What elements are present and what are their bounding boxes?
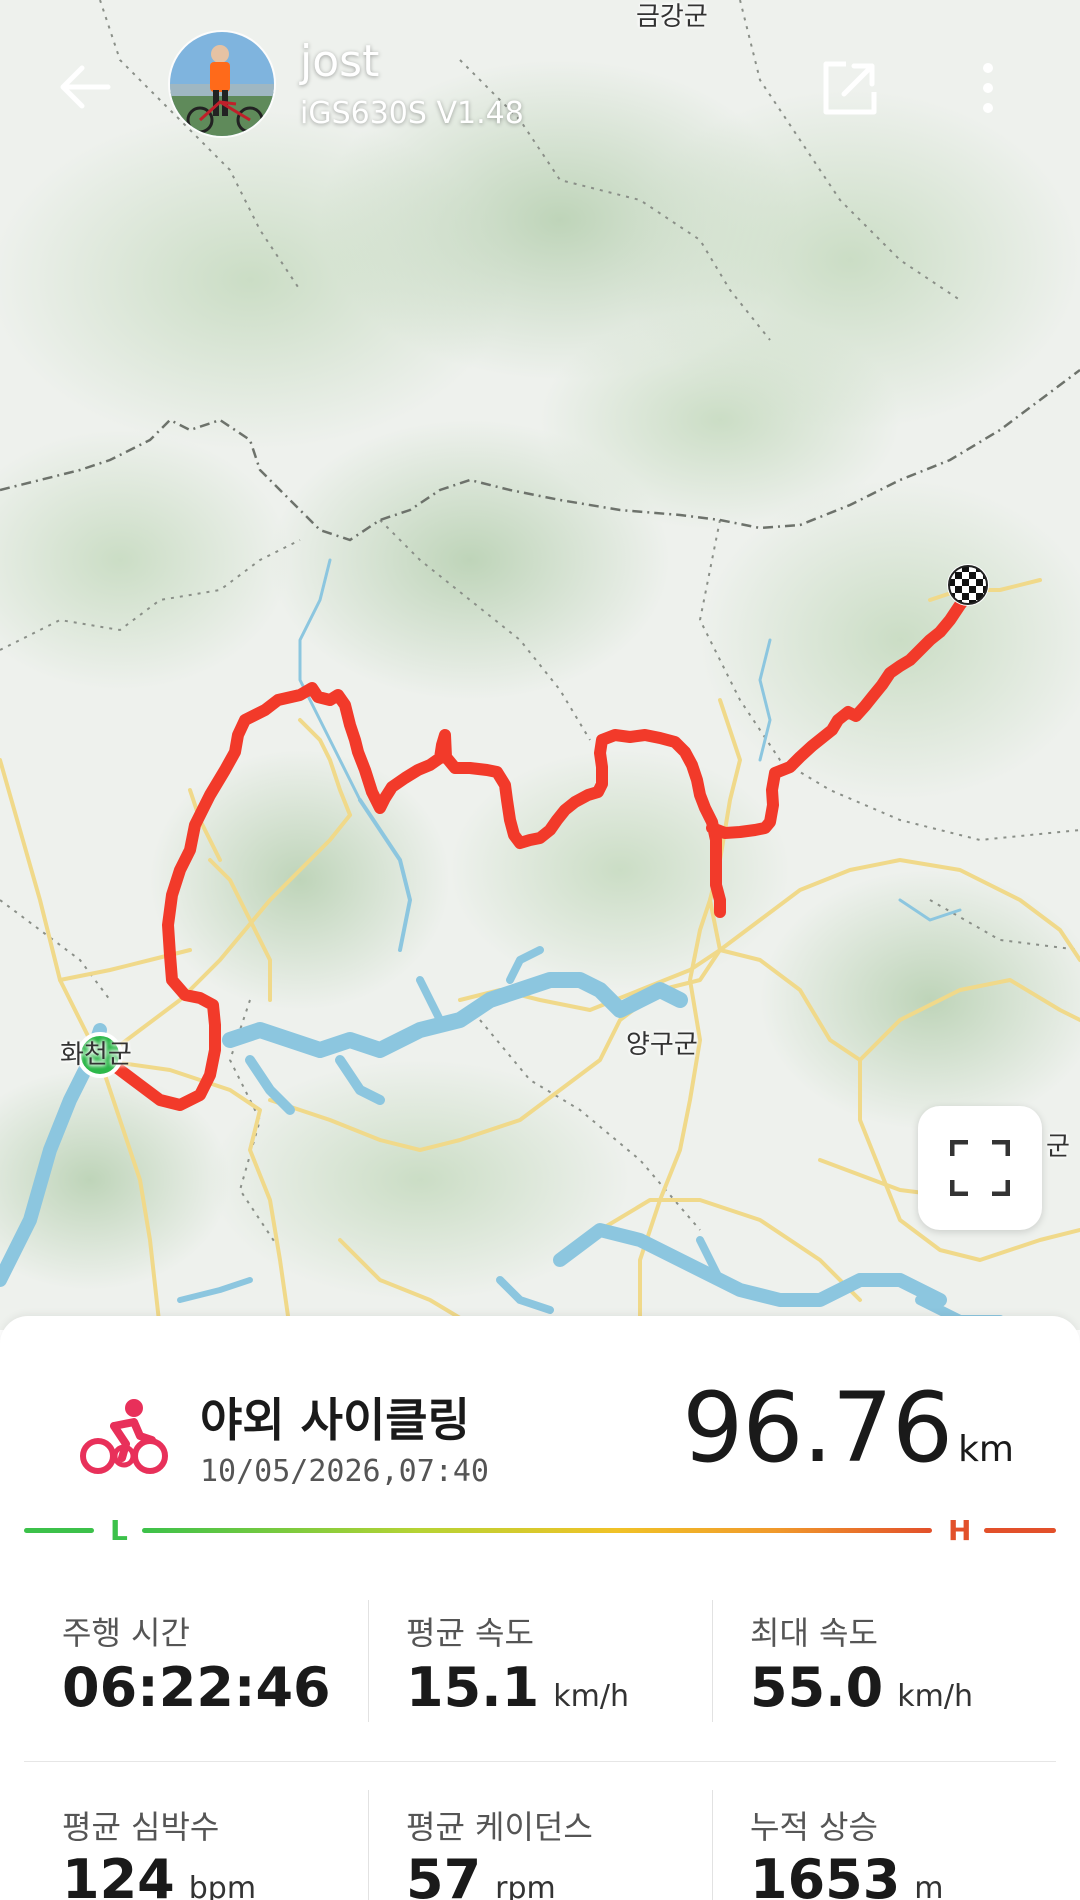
avatar[interactable] <box>168 30 276 138</box>
share-button[interactable] <box>812 50 888 126</box>
stat-avg-cadence: 평균 케이던스 57 rpm <box>368 1762 712 1900</box>
back-button[interactable] <box>50 52 120 122</box>
activity-type: 야외 사이클링 <box>200 1393 470 1447</box>
stat-avg-speed: 평균 속도 15.1 km/h <box>368 1572 712 1761</box>
stat-label: 누적 상승 <box>750 1808 878 1846</box>
arrow-left-icon <box>60 65 111 109</box>
stat-label: 평균 케이던스 <box>406 1808 593 1846</box>
stat-label: 최대 속도 <box>750 1614 878 1652</box>
intensity-high-segment <box>984 1528 1056 1533</box>
intensity-low-segment <box>24 1528 94 1533</box>
intensity-bar: L H <box>24 1512 1056 1547</box>
more-vertical-icon <box>983 63 993 113</box>
stat-unit: bpm <box>188 1871 257 1900</box>
stat-total-ascent: 누적 상승 1653 m <box>712 1762 1056 1900</box>
stats-grid: 주행 시간 06:22:46 평균 속도 15.1 km/h 최대 속도 55.0… <box>24 1572 1056 1900</box>
stats-row: 주행 시간 06:22:46 평균 속도 15.1 km/h 최대 속도 55.0… <box>24 1572 1056 1762</box>
stat-value: 57 <box>406 1848 482 1900</box>
stat-unit: km/h <box>897 1679 973 1714</box>
place-label-left: 화천군 <box>60 1040 132 1070</box>
stat-value: 124 <box>62 1848 175 1900</box>
intensity-gradient <box>142 1528 932 1533</box>
intensity-high-label: H <box>948 1514 972 1547</box>
stat-ride-time: 주행 시간 06:22:46 <box>24 1572 368 1761</box>
activity-datetime: 10/05/2026,07:40 <box>200 1454 489 1489</box>
stat-label: 주행 시간 <box>62 1614 190 1652</box>
stats-row: 평균 심박수 124 bpm 평균 케이던스 57 rpm 누적 상승 1653 m <box>24 1762 1056 1900</box>
top-bar: jost iGS630S V1.48 <box>0 0 1080 170</box>
stat-value: 55.0 <box>750 1656 884 1719</box>
stat-value: 15.1 <box>406 1656 540 1719</box>
stat-value: 1653 <box>750 1848 901 1900</box>
distance-unit: km <box>958 1429 1014 1470</box>
device-name: iGS630S V1.48 <box>300 96 524 131</box>
stat-value: 06:22:46 <box>62 1656 331 1719</box>
stat-unit: rpm <box>495 1871 556 1900</box>
stat-label: 평균 속도 <box>406 1614 534 1652</box>
stat-unit: km/h <box>553 1679 629 1714</box>
user-photo <box>170 32 274 136</box>
fullscreen-button[interactable] <box>918 1106 1042 1230</box>
fullscreen-icon <box>950 1140 1010 1196</box>
stat-label: 평균 심박수 <box>62 1808 220 1846</box>
place-label-center: 양구군 <box>626 1030 698 1060</box>
external-share-icon <box>823 61 877 115</box>
cycling-icon <box>78 1396 170 1476</box>
intensity-low-label: L <box>110 1514 128 1547</box>
distance-value: 96.76 <box>682 1372 953 1484</box>
stat-unit: m <box>914 1871 944 1900</box>
user-name: jost <box>300 36 380 87</box>
stat-avg-heart-rate: 평균 심박수 124 bpm <box>24 1762 368 1900</box>
stat-max-speed: 최대 속도 55.0 km/h <box>712 1572 1056 1761</box>
distance: 96.76 km <box>682 1372 1014 1484</box>
route-map[interactable]: 금강군 화천군 양구군 군 jost iGS630S V1.48 <box>0 0 1080 1330</box>
more-options-button[interactable] <box>960 50 1016 126</box>
activity-summary-panel: 야외 사이클링 10/05/2026,07:40 96.76 km L H 주행… <box>0 1316 1080 1900</box>
place-label-right-edge: 군 <box>1046 1132 1070 1162</box>
